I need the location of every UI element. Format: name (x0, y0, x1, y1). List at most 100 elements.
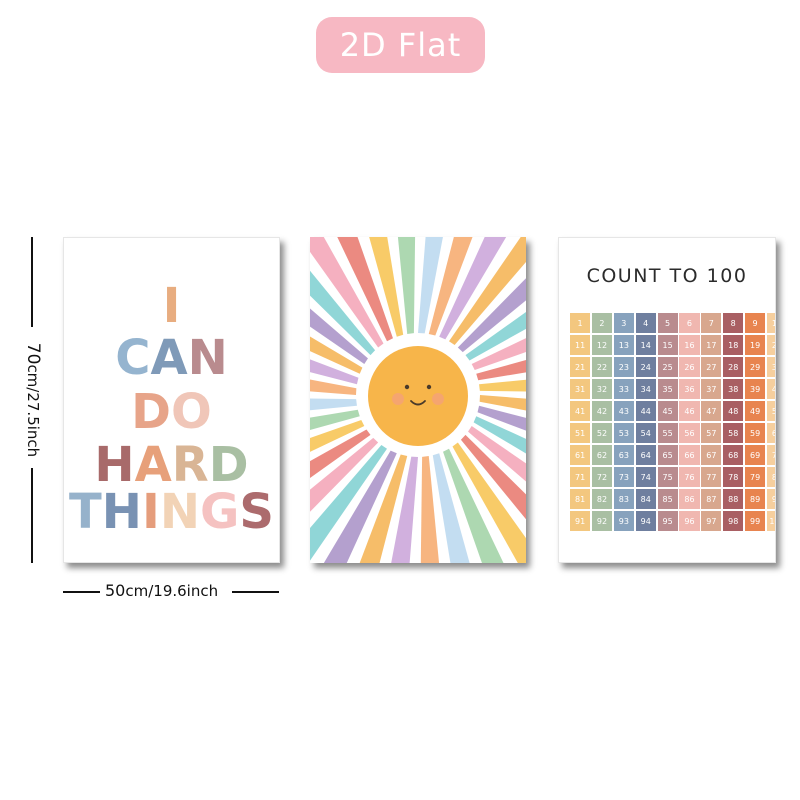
number-cell: 52 (591, 422, 613, 444)
number-cell: 54 (635, 422, 656, 444)
number-cell: 72 (591, 466, 613, 488)
number-cell: 1 (570, 313, 591, 334)
number-cell: 100 (766, 510, 775, 532)
sun-disc (368, 346, 468, 446)
number-cell: 28 (723, 356, 744, 378)
number-cell: 19 (745, 334, 766, 356)
number-cell: 3 (613, 313, 634, 334)
number-cell: 79 (745, 466, 766, 488)
number-cell: 46 (679, 400, 700, 422)
number-cell: 85 (657, 488, 678, 510)
number-cell: 71 (570, 466, 591, 488)
hundred-chart-grid: 1234567891011121314151617181920212223242… (570, 313, 775, 532)
number-cell: 78 (723, 466, 744, 488)
number-cell: 4 (635, 313, 656, 334)
number-cell: 70 (766, 444, 775, 466)
sun-cheek-left (392, 393, 404, 405)
number-cell: 12 (591, 334, 613, 356)
number-cell: 75 (657, 466, 678, 488)
number-cell: 82 (591, 488, 613, 510)
poster-letter: I (162, 278, 181, 334)
number-cell: 66 (679, 444, 700, 466)
number-cell: 89 (745, 488, 766, 510)
number-cell: 73 (613, 466, 634, 488)
number-cell: 31 (570, 378, 591, 400)
number-cell: 86 (679, 488, 700, 510)
number-cell: 47 (701, 400, 722, 422)
count-title: COUNT TO 100 (586, 265, 748, 287)
number-cell: 2 (591, 313, 613, 334)
poster-letter: N (187, 330, 228, 386)
poster-letter: C (115, 330, 151, 386)
number-cell: 95 (657, 510, 678, 532)
number-cell: 18 (723, 334, 744, 356)
number-cell: 84 (635, 488, 656, 510)
number-cell: 94 (635, 510, 656, 532)
number-cell: 23 (613, 356, 634, 378)
number-cell: 44 (635, 400, 656, 422)
number-cell: 8 (723, 313, 744, 334)
poster-letter: I (141, 484, 160, 540)
poster-letter: A (150, 330, 188, 386)
poster-text-line: CAN (64, 330, 279, 386)
number-cell: 43 (613, 400, 634, 422)
number-cell: 15 (657, 334, 678, 356)
number-cell: 37 (701, 378, 722, 400)
number-cell: 49 (745, 400, 766, 422)
number-cell: 77 (701, 466, 722, 488)
number-cell: 32 (591, 378, 613, 400)
number-cell: 96 (679, 510, 700, 532)
number-cell: 68 (723, 444, 744, 466)
number-cell: 90 (766, 488, 775, 510)
number-cell: 64 (635, 444, 656, 466)
number-cell: 36 (679, 378, 700, 400)
number-cell: 22 (591, 356, 613, 378)
number-cell: 38 (723, 378, 744, 400)
number-cell: 33 (613, 378, 634, 400)
number-cell: 65 (657, 444, 678, 466)
number-cell: 53 (613, 422, 634, 444)
poster-text-line: DO (64, 384, 279, 440)
number-cell: 6 (679, 313, 700, 334)
number-cell: 55 (657, 422, 678, 444)
number-cell: 93 (613, 510, 634, 532)
number-cell: 51 (570, 422, 591, 444)
number-cell: 25 (657, 356, 678, 378)
number-cell: 34 (635, 378, 656, 400)
number-cell: 39 (745, 378, 766, 400)
number-cell: 63 (613, 444, 634, 466)
number-cell: 42 (591, 400, 613, 422)
number-cell: 57 (701, 422, 722, 444)
number-cell: 41 (570, 400, 591, 422)
poster-letter: S (239, 484, 274, 540)
poster-letter: N (159, 484, 200, 540)
number-cell: 83 (613, 488, 634, 510)
number-cell: 9 (745, 313, 766, 334)
number-cell: 45 (657, 400, 678, 422)
number-cell: 87 (701, 488, 722, 510)
height-dimension-label: 70cm/27.5inch (23, 342, 43, 458)
number-cell: 50 (766, 400, 775, 422)
number-cell: 58 (723, 422, 744, 444)
number-cell: 48 (723, 400, 744, 422)
poster-letter: T (69, 484, 102, 540)
number-cell: 7 (701, 313, 722, 334)
number-cell: 21 (570, 356, 591, 378)
number-cell: 98 (723, 510, 744, 532)
sun-illustration (310, 237, 526, 563)
number-cell: 76 (679, 466, 700, 488)
width-dimension-label: 50cm/19.6inch (105, 581, 219, 600)
poster-text-line: I (64, 278, 279, 334)
number-cell: 13 (613, 334, 634, 356)
number-cell: 59 (745, 422, 766, 444)
poster-count-to-100: COUNT TO 100 123456789101112131415161718… (558, 237, 776, 563)
number-cell: 16 (679, 334, 700, 356)
sun-cheek-right (432, 393, 444, 405)
number-cell: 97 (701, 510, 722, 532)
number-cell: 5 (657, 313, 678, 334)
number-cell: 67 (701, 444, 722, 466)
number-cell: 20 (766, 334, 775, 356)
number-cell: 30 (766, 356, 775, 378)
number-cell: 56 (679, 422, 700, 444)
number-cell: 74 (635, 466, 656, 488)
